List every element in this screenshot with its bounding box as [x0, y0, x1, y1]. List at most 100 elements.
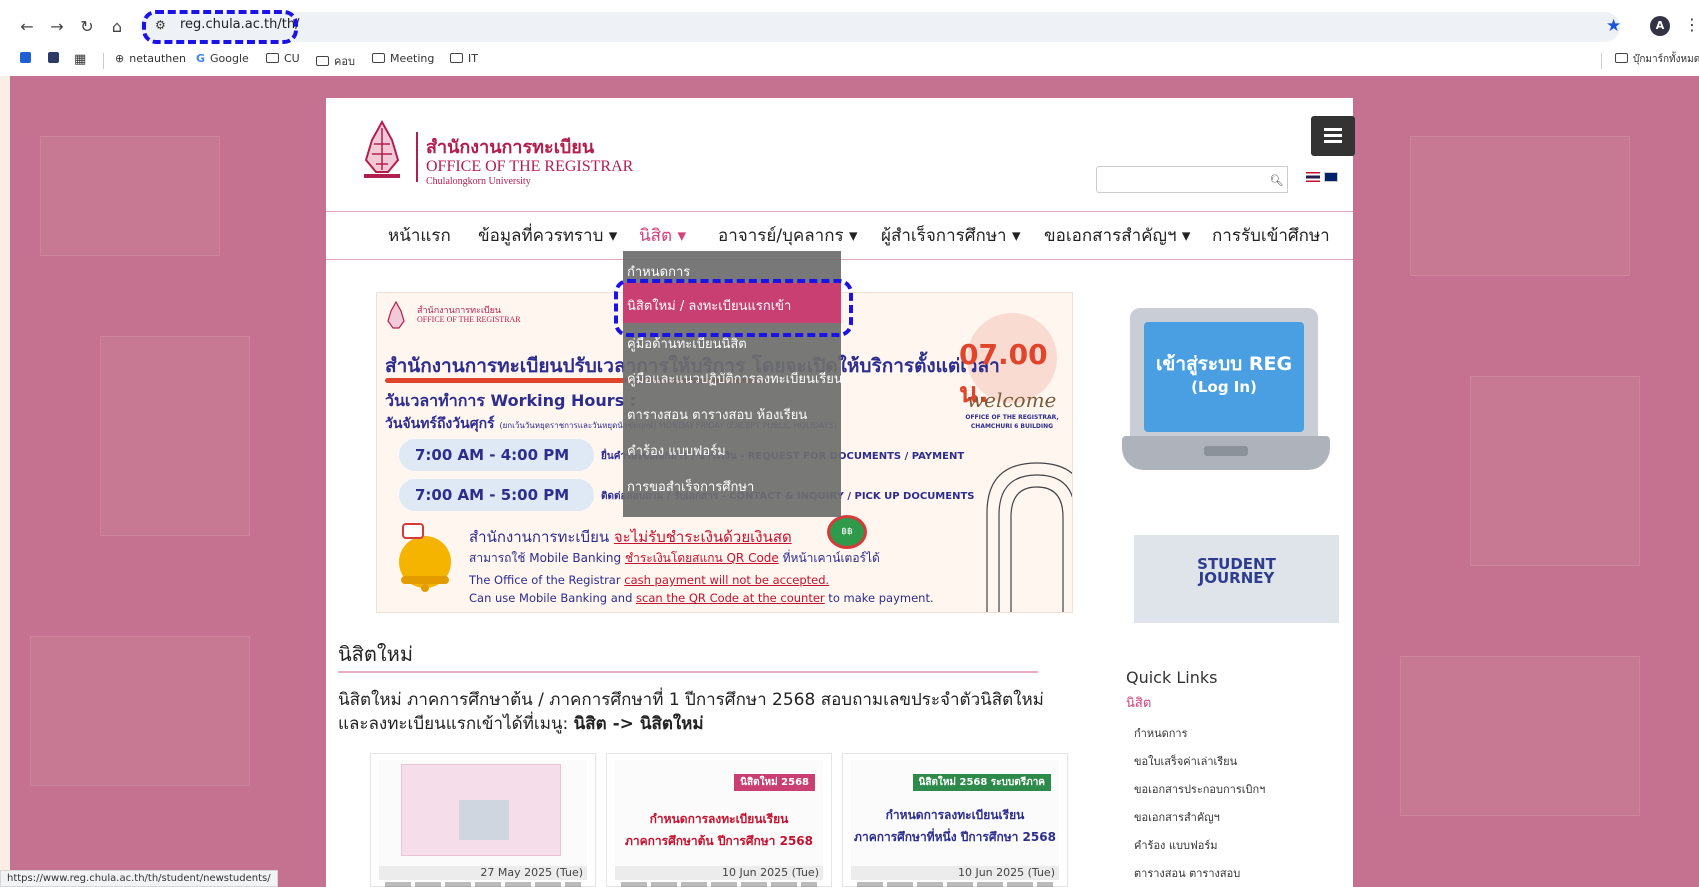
notice-emphasis: ชำระเงินโดยสแกน QR Code — [624, 551, 779, 565]
menu-graduates[interactable]: ผู้สำเร็จการศึกษา ▾ — [881, 222, 1021, 249]
quick-links-category[interactable]: นิสิต — [1126, 692, 1151, 713]
bookmark-netauthen[interactable]: ⊕ netauthen — [115, 52, 186, 65]
background-decoration — [1410, 136, 1630, 276]
menu-documents[interactable]: ขอเอกสารสำคัญฯ ▾ — [1044, 222, 1190, 249]
news-card-date: 27 May 2025 (Tue) — [379, 866, 587, 880]
banner-notice-4: Can use Mobile Banking and scan the QR C… — [469, 591, 934, 605]
student-journey-title: STUDENT JOURNEY — [1134, 557, 1339, 586]
banner-welcome: welcome — [967, 388, 1057, 412]
notice-emphasis: cash payment will not be accepted. — [624, 573, 830, 587]
news-card[interactable]: 27 May 2025 (Tue) — [370, 753, 596, 887]
banner-arches-decoration — [986, 462, 1072, 612]
background-decoration — [1400, 656, 1640, 816]
news-card-headline[interactable] — [621, 882, 817, 887]
apps-grid-icon[interactable]: ▦ — [74, 52, 86, 67]
dropdown-item-timetables[interactable]: ตารางสอน ตารางสอบ ห้องเรียน — [627, 404, 807, 425]
banner-slot-2: 7:00 AM - 5:00 PM — [399, 479, 594, 511]
forward-icon[interactable]: → — [44, 14, 70, 40]
logo-title-english[interactable]: OFFICE OF THE REGISTRAR — [426, 158, 633, 176]
banner-office-note: OFFICE OF THE REGISTRAR, CHAMCHURI 6 BUI… — [965, 414, 1059, 430]
quick-link-item[interactable]: ตารางสอน ตารางสอบ — [1134, 864, 1240, 882]
folder-icon — [450, 53, 463, 63]
globe-icon: ⊕ — [115, 52, 125, 65]
student-journey-banner[interactable]: STUDENT JOURNEY — [1134, 535, 1339, 623]
quick-link-item[interactable]: ขอเอกสารประกอบการเบิกฯ — [1134, 780, 1265, 798]
quick-link-item[interactable]: ขอเอกสารสำคัญฯ — [1134, 808, 1220, 826]
bookmark-label: คอบ — [334, 55, 355, 68]
menu-students[interactable]: นิสิต ▾ — [639, 222, 686, 249]
notice-emphasis: scan the QR Code at the counter — [636, 591, 825, 605]
bookmark-folder-kob[interactable]: คอบ — [316, 52, 355, 70]
bookmark-separator — [1601, 53, 1602, 69]
chula-emblem-icon[interactable] — [358, 120, 406, 182]
uk-flag-icon[interactable] — [1324, 172, 1338, 182]
bookmark-label: Meeting — [390, 52, 435, 65]
bookmark-label: netauthen — [129, 52, 187, 65]
google-icon: G — [196, 52, 206, 65]
menu-staff[interactable]: อาจารย์/บุคลากร ▾ — [718, 222, 858, 249]
bookmark-star-icon[interactable]: ★ — [1606, 16, 1621, 36]
banner-days-label: วันจันทร์ถึงวันศุกร์ — [385, 416, 495, 432]
link-status-bar: https://www.reg.chula.ac.th/th/student/n… — [0, 870, 278, 887]
home-icon[interactable]: ⌂ — [104, 14, 130, 40]
bookmark-folder-cu[interactable]: CU — [266, 52, 300, 65]
news-card[interactable]: นิสิตใหม่ 2568 ระบบตรีภาค กำหนดการลงทะเบ… — [842, 753, 1068, 887]
search-icon[interactable]: 🔍︎ — [1266, 166, 1288, 193]
reg-login-button[interactable]: เข้าสู่ระบบ REG (Log In) — [1122, 308, 1334, 483]
profile-avatar[interactable]: A — [1650, 16, 1670, 36]
dropdown-item-forms[interactable]: คำร้อง แบบฟอร์ม — [627, 440, 726, 461]
bookmark-label: CU — [284, 52, 300, 65]
notice-text: to make payment. — [824, 591, 934, 605]
news-card-image: นิสิตใหม่ 2568 ระบบตรีภาค กำหนดการลงทะเบ… — [851, 760, 1059, 870]
bookmark-separator — [103, 53, 104, 69]
quick-link-item[interactable]: ขอใบเสร็จค่าเล่าเรียน — [1134, 752, 1237, 770]
folder-icon — [316, 56, 329, 66]
back-icon[interactable]: ← — [14, 14, 40, 40]
menu-home[interactable]: หน้าแรก — [388, 222, 451, 249]
background-decoration — [1470, 376, 1640, 566]
folder-icon — [372, 53, 385, 63]
login-label-english: (Log In) — [1191, 378, 1257, 396]
bookmark-label: IT — [468, 52, 478, 65]
background-decoration — [100, 336, 250, 536]
bookmark-label: บุ๊กมาร์กทั้งหมด — [1633, 54, 1699, 65]
bookmark-folder-meeting[interactable]: Meeting — [372, 52, 434, 65]
menu-info[interactable]: ข้อมูลที่ควรทราบ ▾ — [478, 222, 617, 249]
news-card-headline[interactable] — [385, 882, 581, 887]
news-card[interactable]: นิสิตใหม่ 2568 กำหนดการลงทะเบียนเรียน ภา… — [606, 753, 832, 887]
hamburger-menu-icon[interactable] — [1311, 116, 1355, 156]
bookmark-label: Google — [210, 52, 249, 65]
reload-icon[interactable]: ↻ — [74, 14, 100, 40]
banner-slot-1: 7:00 AM - 4:00 PM — [399, 439, 594, 471]
news-card-image: นิสิตใหม่ 2568 กำหนดการลงทะเบียนเรียน ภา… — [615, 760, 823, 870]
site-search-input[interactable] — [1096, 166, 1286, 193]
news-intro-menu-path: นิสิต -> นิสิตใหม่ — [573, 714, 704, 734]
news-section-title: นิสิตใหม่ — [338, 642, 413, 666]
notice-text: The Office of the Registrar — [469, 573, 625, 587]
chula-emblem-icon — [387, 301, 405, 329]
news-card-headline[interactable] — [857, 882, 1053, 887]
bookmark-app-icon[interactable] — [48, 52, 59, 66]
building-illustration — [459, 800, 509, 840]
all-bookmarks[interactable]: บุ๊กมาร์กทั้งหมด — [1615, 52, 1699, 67]
bookmark-google[interactable]: G Google — [196, 52, 249, 65]
address-bar[interactable] — [140, 12, 1620, 42]
bookmark-app-icon[interactable] — [20, 52, 31, 66]
banner-org-english: OFFICE OF THE REGISTRAR — [417, 315, 521, 324]
thai-flag-icon[interactable] — [1306, 172, 1320, 182]
quick-link-item[interactable]: กำหนดการ — [1134, 724, 1188, 742]
menu-admissions[interactable]: การรับเข้าศึกษา — [1212, 222, 1330, 249]
logo-title-thai[interactable]: สำนักงานการทะเบียน — [426, 132, 594, 161]
banner-notice-2: สามารถใช้ Mobile Banking ชำระเงินโดยสแกน… — [469, 549, 880, 568]
news-card-date: 10 Jun 2025 (Tue) — [615, 866, 823, 880]
quick-link-item[interactable]: คำร้อง แบบฟอร์ม — [1134, 836, 1218, 854]
registrar-website: สำนักงานการทะเบียน OFFICE OF THE REGISTR… — [326, 98, 1355, 887]
bookmark-folder-it[interactable]: IT — [450, 52, 478, 65]
news-card-image — [379, 760, 587, 870]
news-card-tag: นิสิตใหม่ 2568 ระบบตรีภาค — [912, 774, 1051, 791]
dropdown-item-registration-guide[interactable]: คู่มือและแนวปฏิบัติการลงทะเบียนเรียน — [627, 368, 843, 389]
laptop-screen: เข้าสู่ระบบ REG (Log In) — [1144, 322, 1304, 432]
logo-divider — [416, 132, 418, 182]
browser-menu-icon[interactable]: ⋮ — [1684, 15, 1699, 34]
dropdown-item-graduation[interactable]: การขอสำเร็จการศึกษา — [627, 476, 754, 497]
